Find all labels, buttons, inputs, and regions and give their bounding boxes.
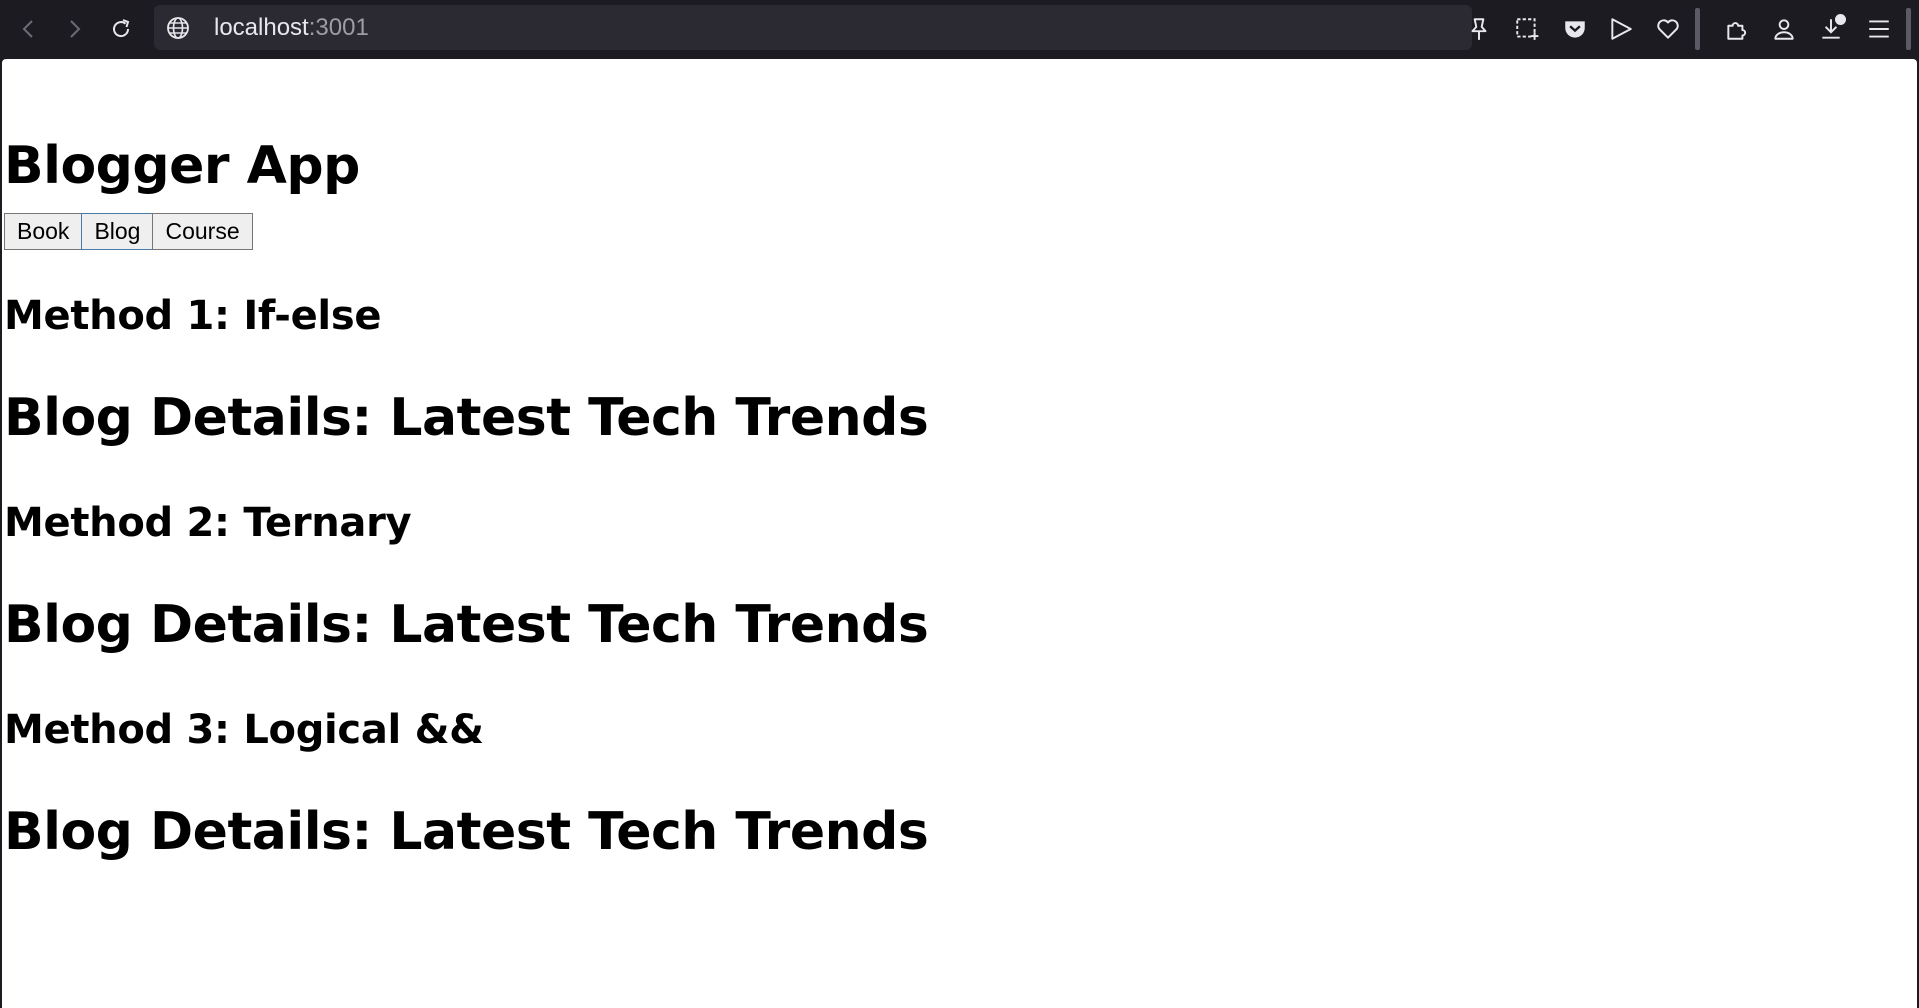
method-3-heading: Method 3: Logical && xyxy=(4,707,484,753)
browser-toolbar: localhost:3001 xyxy=(0,0,1919,58)
back-icon xyxy=(22,20,33,38)
course-button[interactable]: Course xyxy=(152,213,253,250)
page-viewport: Blogger App Book Blog Course Method 1: I… xyxy=(2,59,1917,1008)
send-icon xyxy=(1611,18,1632,40)
screenshot-icon xyxy=(1516,18,1539,40)
forward-button[interactable] xyxy=(55,10,93,48)
pin-button[interactable] xyxy=(1460,10,1498,48)
reload-button[interactable] xyxy=(102,10,140,48)
downloads-button[interactable] xyxy=(1812,10,1850,48)
url-host: localhost xyxy=(214,14,309,41)
book-button[interactable]: Book xyxy=(4,213,83,250)
extensions-icon xyxy=(1727,22,1747,40)
toolbar-separator xyxy=(1695,8,1700,50)
favorite-button[interactable] xyxy=(1649,10,1687,48)
heart-icon xyxy=(1657,19,1679,39)
app-title: Blogger App xyxy=(4,136,360,196)
method-2-heading: Method 2: Ternary xyxy=(4,500,412,546)
pin-icon xyxy=(1471,18,1487,40)
screenshot-button[interactable] xyxy=(1508,10,1546,48)
url-bar[interactable]: localhost:3001 xyxy=(154,5,1472,50)
forward-icon xyxy=(70,20,81,38)
send-button[interactable] xyxy=(1602,10,1640,48)
blog-details-2: Blog Details: Latest Tech Trends xyxy=(4,595,929,655)
menu-button[interactable] xyxy=(1860,10,1898,48)
back-button[interactable] xyxy=(10,10,48,48)
toolbar-edge xyxy=(1906,8,1911,50)
blog-details-3: Blog Details: Latest Tech Trends xyxy=(4,802,929,862)
url-port: :3001 xyxy=(308,14,369,41)
pocket-button[interactable] xyxy=(1556,10,1594,48)
account-icon xyxy=(1774,19,1794,40)
button-group: Book Blog Course xyxy=(4,213,253,250)
url-text[interactable]: localhost:3001 xyxy=(214,15,369,41)
method-1-heading: Method 1: If-else xyxy=(4,293,382,339)
account-button[interactable] xyxy=(1765,10,1803,48)
pocket-icon xyxy=(1565,21,1585,38)
blog-button[interactable]: Blog xyxy=(81,213,154,250)
extensions-button[interactable] xyxy=(1718,10,1756,48)
blog-details-1: Blog Details: Latest Tech Trends xyxy=(4,388,929,448)
download-indicator xyxy=(1835,14,1846,25)
globe-icon xyxy=(167,17,189,39)
reload-icon xyxy=(113,19,130,38)
menu-icon xyxy=(1869,20,1889,38)
